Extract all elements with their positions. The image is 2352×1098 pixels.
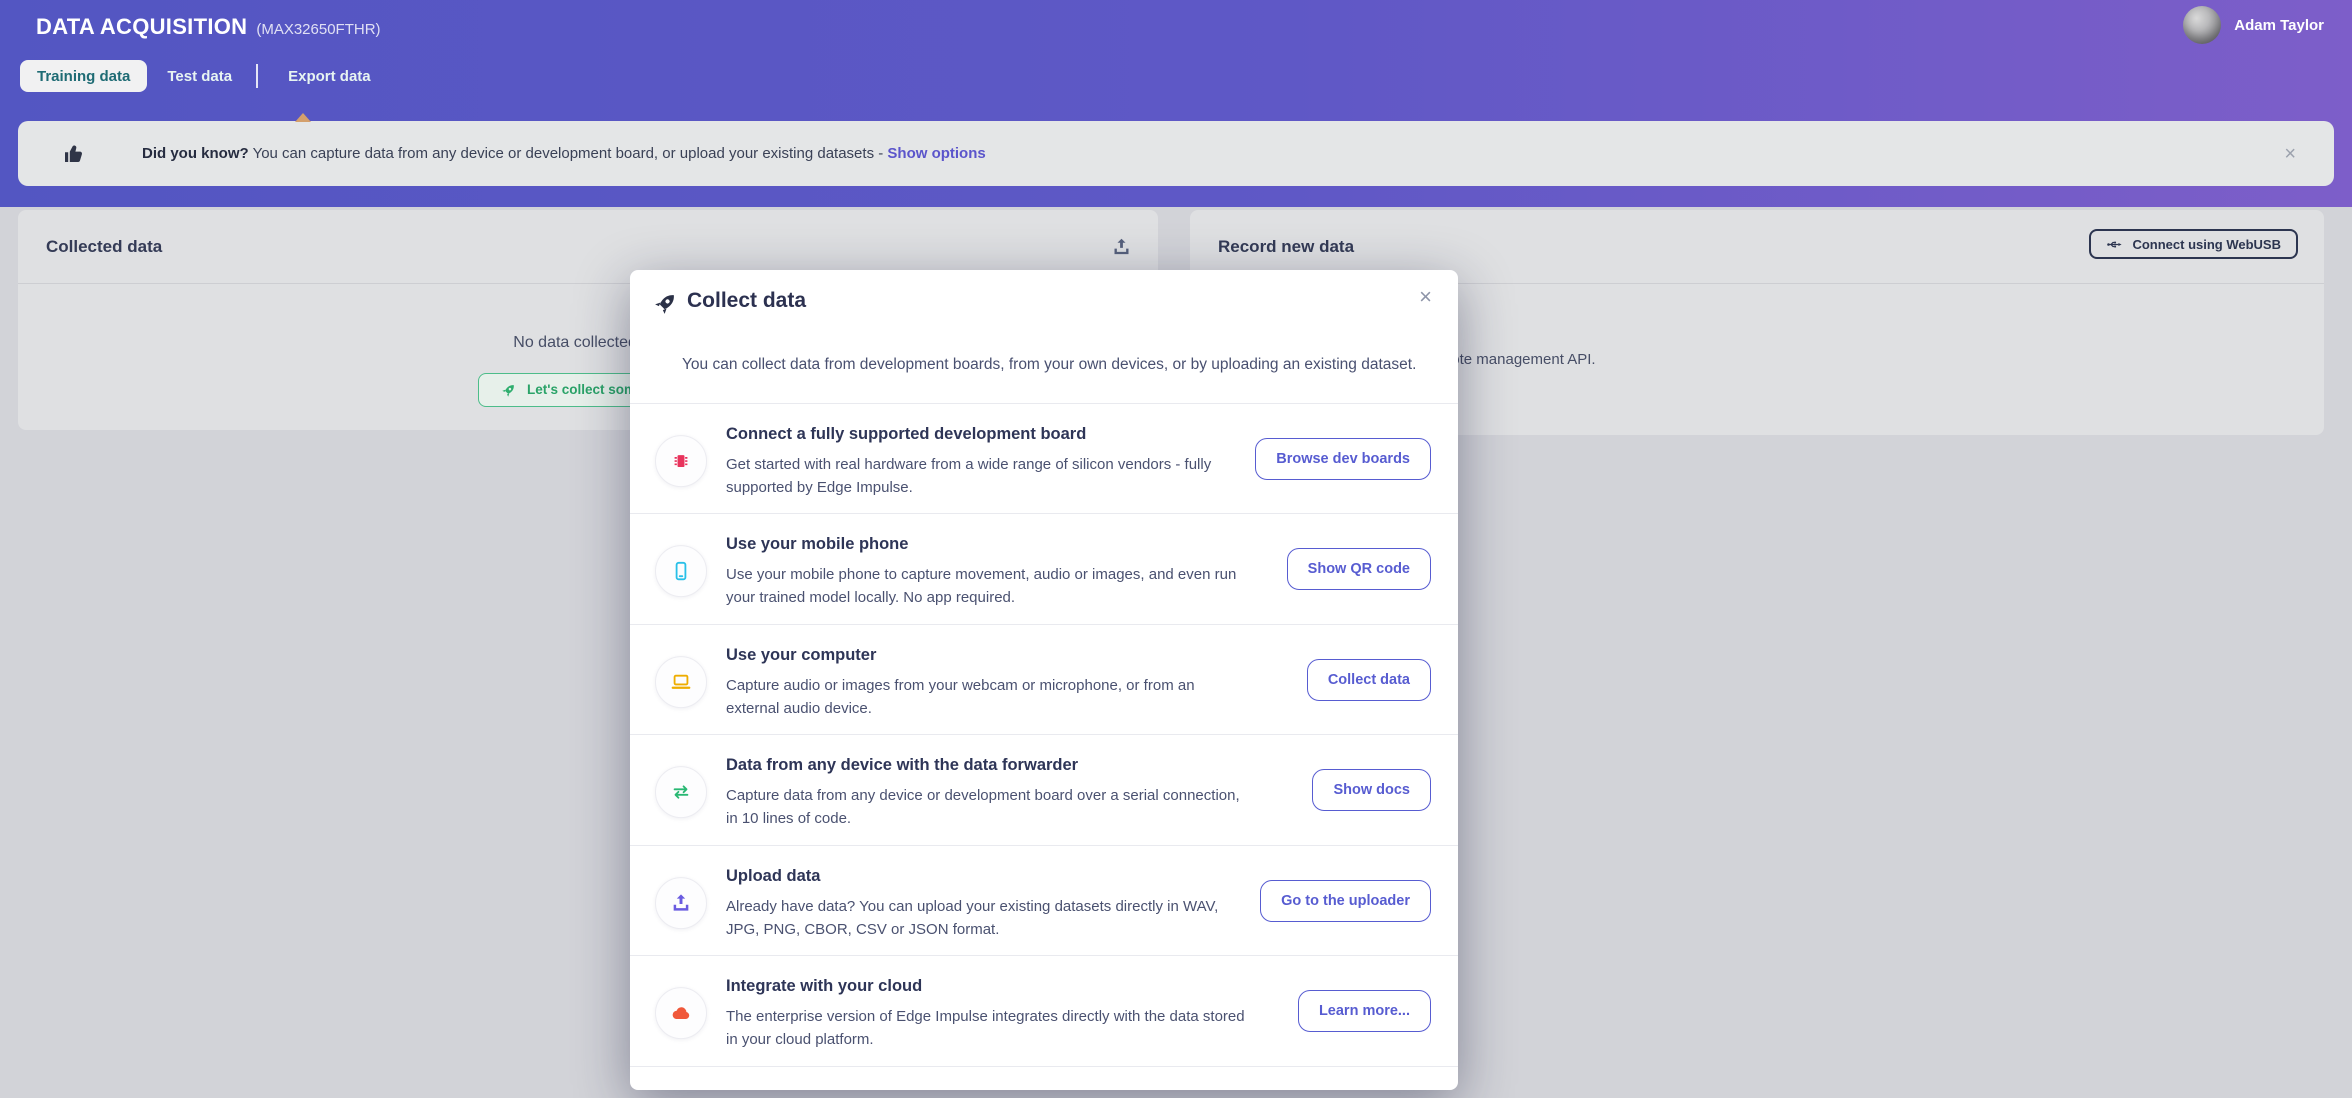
connect-webusb-button[interactable]: Connect using WebUSB: [2089, 229, 2298, 259]
data-tabs: Training data Test data Export data: [20, 60, 385, 92]
record-new-data-title: Record new data: [1218, 237, 1354, 257]
rocket-icon: [501, 382, 517, 398]
option-row-computer: Use your computer Capture audio or image…: [630, 624, 1458, 734]
option-row-cloud: Integrate with your cloud The enterprise…: [630, 955, 1458, 1065]
smartphone-icon: [655, 545, 707, 597]
show-qr-code-button[interactable]: Show QR code: [1287, 548, 1431, 590]
project-name: (MAX32650FTHR): [256, 21, 380, 38]
option-description: Capture data from any device or developm…: [726, 784, 1246, 831]
tab-test-data[interactable]: Test data: [153, 60, 246, 92]
tab-export-data[interactable]: Export data: [274, 60, 385, 92]
usb-icon: [2106, 236, 2123, 253]
option-title: Use your computer: [726, 646, 876, 665]
option-row-mobile-phone: Use your mobile phone Use your mobile ph…: [630, 513, 1458, 623]
show-options-link[interactable]: Show options: [887, 145, 985, 162]
option-description: Use your mobile phone to capture movemen…: [726, 563, 1246, 610]
tab-training-data[interactable]: Training data: [20, 60, 147, 92]
thumbs-up-icon: [62, 142, 86, 166]
page-title-text: DATA ACQUISITION: [36, 14, 247, 39]
tray-upload-icon[interactable]: [1111, 236, 1132, 257]
banner-body: You can capture data from any device or …: [249, 145, 888, 162]
browse-dev-boards-button[interactable]: Browse dev boards: [1255, 438, 1431, 480]
option-description: The enterprise version of Edge Impulse i…: [726, 1005, 1246, 1052]
option-row-upload-data: Upload data Already have data? You can u…: [630, 845, 1458, 955]
laptop-icon: [655, 656, 707, 708]
page-title: DATA ACQUISITION (MAX32650FTHR): [36, 14, 381, 40]
did-you-know-banner: Did you know? You can capture data from …: [18, 121, 2334, 186]
banner-bold: Did you know?: [142, 145, 249, 162]
top-header: DATA ACQUISITION (MAX32650FTHR) Adam Tayl…: [0, 0, 2352, 207]
go-to-uploader-button[interactable]: Go to the uploader: [1260, 880, 1431, 922]
banner-notch: [295, 113, 311, 122]
collect-data-modal: Collect data × You can collect data from…: [630, 270, 1458, 1090]
modal-close-icon[interactable]: ×: [1419, 286, 1432, 308]
banner-close-icon[interactable]: ×: [2284, 144, 2296, 164]
option-row-dev-board: Connect a fully supported development bo…: [630, 403, 1458, 513]
option-description: Already have data? You can upload your e…: [726, 895, 1246, 942]
collect-data-button[interactable]: Collect data: [1307, 659, 1431, 701]
collect-data-modal-header: Collect data ×: [630, 270, 1458, 333]
swap-arrows-icon: [655, 766, 707, 818]
option-title: Integrate with your cloud: [726, 977, 922, 996]
rocket-icon: [653, 290, 679, 316]
option-row-data-forwarder: Data from any device with the data forwa…: [630, 734, 1458, 844]
microchip-icon: [655, 435, 707, 487]
tab-separator: [256, 64, 258, 88]
show-docs-button[interactable]: Show docs: [1312, 769, 1431, 811]
modal-title: Collect data: [687, 289, 806, 313]
modal-description: You can collect data from development bo…: [682, 356, 1442, 374]
banner-text: Did you know? You can capture data from …: [142, 145, 986, 162]
data-acquisition-page: DATA ACQUISITION (MAX32650FTHR) Adam Tayl…: [0, 0, 2352, 1098]
upload-icon: [655, 877, 707, 929]
modal-footer-divider: [630, 1066, 1458, 1067]
option-description: Capture audio or images from your webcam…: [726, 674, 1246, 721]
option-description: Get started with real hardware from a wi…: [726, 453, 1246, 500]
connect-webusb-label: Connect using WebUSB: [2132, 237, 2281, 252]
user-name: Adam Taylor: [2234, 17, 2324, 34]
avatar[interactable]: [2183, 6, 2221, 44]
learn-more-button[interactable]: Learn more...: [1298, 990, 1431, 1032]
option-title: Use your mobile phone: [726, 535, 908, 554]
option-title: Data from any device with the data forwa…: [726, 756, 1078, 775]
user-menu[interactable]: Adam Taylor: [2183, 6, 2324, 44]
option-title: Connect a fully supported development bo…: [726, 425, 1086, 444]
collected-data-title: Collected data: [46, 237, 162, 257]
option-title: Upload data: [726, 867, 820, 886]
cloud-icon: [655, 987, 707, 1039]
